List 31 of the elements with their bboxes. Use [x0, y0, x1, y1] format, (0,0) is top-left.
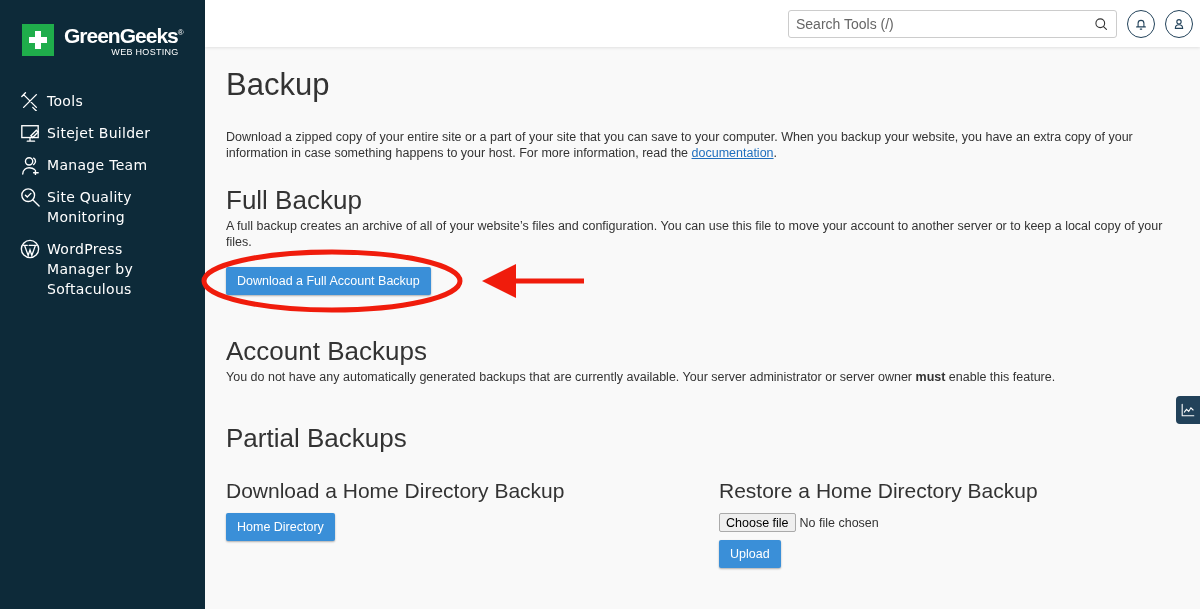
brand-tagline: WEB HOSTING — [111, 47, 179, 57]
plus-logo-icon — [20, 23, 56, 56]
section-heading: Partial Backups — [226, 423, 408, 453]
section-text: You do not have any automatically generated backups that are currently available. Your server administrator or server owner must enable this feature. — [226, 369, 1057, 385]
notifications-button[interactable] — [1127, 9, 1155, 38]
sidebar-item[interactable]: WordPress Manager by Softaculous — [20, 239, 172, 299]
search-field[interactable]: Search Tools (/) — [788, 9, 1117, 38]
sidebar-item[interactable]: Tools — [20, 91, 83, 111]
documentation-link[interactable]: documentation — [691, 146, 774, 160]
stats-tab[interactable] — [1176, 396, 1200, 424]
section-text: A full backup creates an archive of all of your website’s files and configuration. You can use this file to move your account to another server or to keep a local copy of your files. — [226, 218, 1164, 250]
brand-name: GreenGeeks$^{®}$ — [64, 23, 183, 47]
sidebar-item[interactable]: Manage Team — [20, 155, 148, 175]
section-subheading: Restore a Home Directory Backup — [719, 478, 1039, 504]
magnifier-check-icon — [20, 187, 40, 207]
choose-file-button[interactable]: Choose file — [719, 513, 796, 532]
section-heading: Full Backup — [226, 185, 363, 215]
monitor-pencil-icon — [20, 123, 40, 143]
section-heading: Account Backups — [226, 336, 428, 366]
description-text: Download a zipped copy of your entire site or a part of your site that you can save to your computer. When you backup your website, you have an extra copy of your information in case something happens to your host. For more information, read the documentation. — [226, 129, 1134, 161]
page-title: Backup — [226, 67, 331, 103]
search-icon — [1093, 15, 1109, 32]
user-button[interactable] — [1165, 9, 1193, 38]
section-subheading: Download a Home Directory Backup — [226, 478, 566, 504]
wordpress-icon — [20, 239, 40, 259]
user-plus-icon — [20, 155, 40, 175]
file-status-text: No file chosen — [799, 515, 879, 530]
sidebar-item[interactable]: Sitejet Builder — [20, 123, 151, 143]
chart-icon — [1180, 402, 1196, 418]
tools-icon — [20, 91, 40, 111]
sidebar-item[interactable]: Site Quality Monitoring — [20, 187, 172, 227]
